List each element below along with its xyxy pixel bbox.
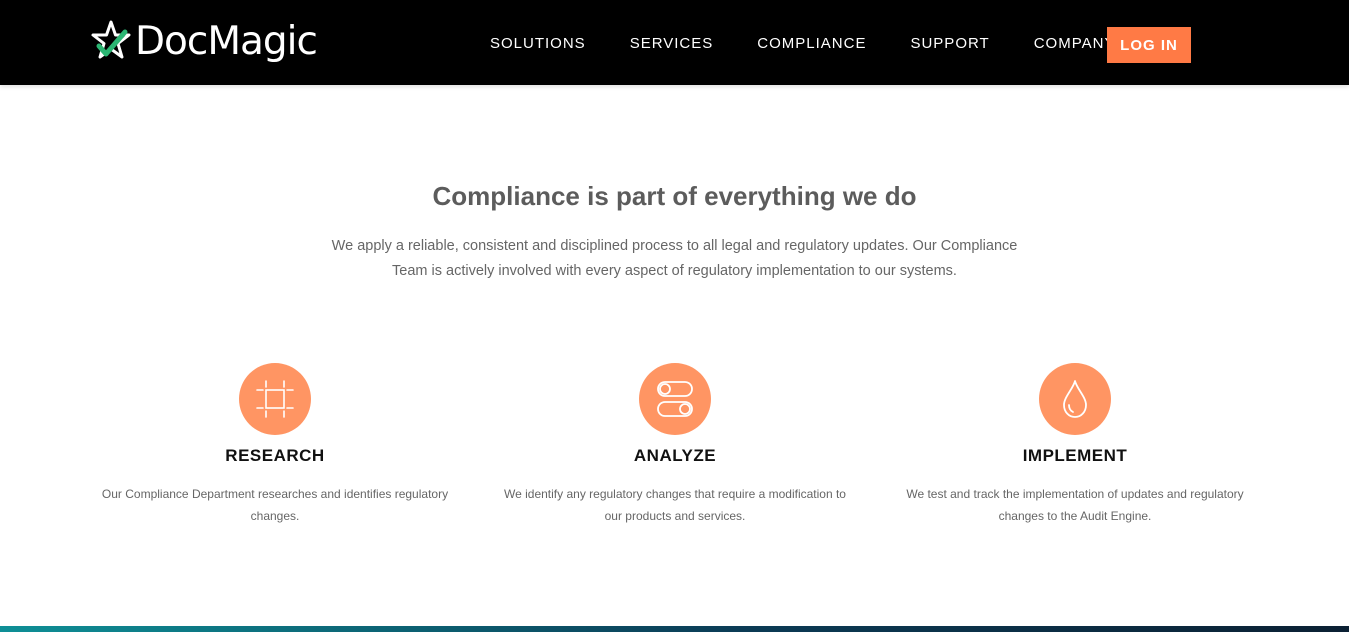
main-nav: SOLUTIONS SERVICES COMPLIANCE SUPPORT CO…	[468, 26, 1137, 62]
feature-description: We identify any regulatory changes that …	[504, 487, 846, 523]
docmagic-logo[interactable]: DocMagic	[89, 19, 318, 65]
feature-title: RESEARCH	[225, 446, 325, 465]
login-button[interactable]: LOG IN	[1107, 27, 1191, 63]
feature-title: ANALYZE	[633, 446, 717, 465]
implement-icon-circle	[1039, 363, 1111, 435]
analyze-icon-circle	[639, 363, 711, 435]
feature-title: IMPLEMENT	[1022, 446, 1128, 465]
footer-strip	[0, 626, 1349, 632]
feature-research: RESEARCH Our Compliance Department resea…	[85, 363, 465, 527]
droplet-icon	[1063, 380, 1087, 418]
page-title: Compliance is part of everything we do	[432, 181, 917, 211]
feature-implement: IMPLEMENT We test and track the implemen…	[885, 363, 1265, 527]
feature-description: Our Compliance Department researches and…	[101, 487, 449, 523]
nav-support[interactable]: SUPPORT	[910, 26, 989, 62]
brand-name: DocMagic	[135, 19, 318, 64]
nav-company[interactable]: COMPANY	[1034, 26, 1116, 62]
feature-analyze: ANALYZE We identify any regulatory chang…	[485, 363, 865, 527]
feature-description: We test and track the implementation of …	[906, 487, 1244, 523]
nav-services[interactable]: SERVICES	[630, 26, 714, 62]
research-icon-circle	[239, 363, 311, 435]
site-header: DocMagic SOLUTIONS SERVICES COMPLIANCE S…	[0, 0, 1349, 85]
nav-compliance[interactable]: COMPLIANCE	[757, 26, 866, 62]
star-check-logo-icon	[91, 20, 131, 59]
frame-crosshair-icon	[256, 380, 294, 418]
nav-solutions[interactable]: SOLUTIONS	[490, 26, 586, 62]
toggle-switches-icon	[657, 381, 693, 417]
intro-paragraph: We apply a reliable, consistent and disc…	[331, 238, 1018, 279]
intro-section: Compliance is part of everything we do W…	[0, 176, 1349, 284]
